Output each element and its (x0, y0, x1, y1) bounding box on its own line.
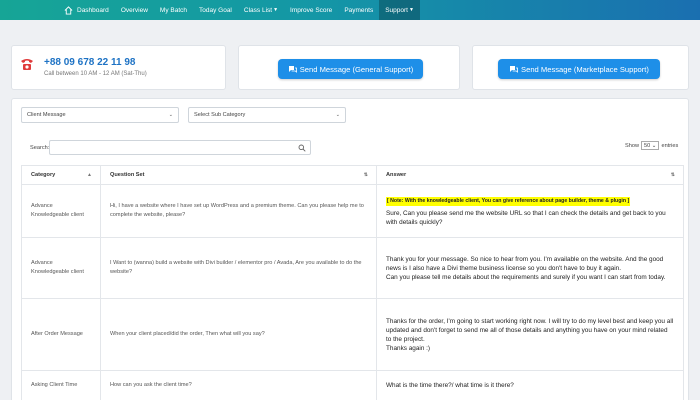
cell-question: How can you ask the client time? (100, 370, 377, 400)
phone-icon (21, 59, 33, 70)
answer-text: Thank you for your message. So nice to h… (386, 255, 666, 281)
nav-support[interactable]: Support ▼ (379, 0, 420, 20)
note-highlight: [ Note: With the knowledgeable client, Y… (386, 196, 631, 206)
nav-payments[interactable]: Payments (338, 0, 379, 20)
table-row: Advance Knowledgeable client I Want to (… (21, 237, 684, 299)
table-row: Advance Knowledgeable client Hi, I have … (21, 184, 684, 238)
nav-class-list[interactable]: Class List ▼ (238, 0, 284, 20)
header-question-set[interactable]: Question Set ⇅ (100, 165, 377, 185)
entries-control: Show 50 ⌄ entries (625, 141, 678, 150)
table-row: After Order Message When your client pla… (21, 298, 684, 371)
sub-category-select[interactable]: Select Sub Category ⌄ (188, 107, 346, 123)
chevron-down-icon: ⌄ (168, 112, 173, 118)
message-table-panel: Client Message ⌄ Select Sub Category ⌄ S… (11, 98, 689, 400)
nav-support-label: Support (385, 6, 408, 14)
nav-my-batch[interactable]: My Batch (154, 0, 193, 20)
nav-payments-label: Payments (344, 6, 374, 14)
top-navbar: Dashboard Overview My Batch Today Goal C… (0, 0, 700, 20)
nav-today-goal-label: Today Goal (199, 6, 232, 14)
nav-dashboard[interactable]: Dashboard (58, 0, 115, 20)
chevron-down-icon: ▼ (273, 7, 279, 13)
phone-number: +88 09 678 22 11 98 (44, 57, 136, 68)
search-input[interactable] (49, 140, 311, 155)
nav-improve-score-label: Improve Score (290, 6, 333, 14)
general-support-card: Send Message (General Support) (238, 45, 460, 90)
nav-improve-score[interactable]: Improve Score (284, 0, 338, 20)
category-select[interactable]: Client Message ⌄ (21, 107, 179, 123)
nav-class-list-label: Class List (243, 6, 273, 14)
cell-category: Advance Knowledgeable client (21, 237, 101, 299)
call-hours: Call between 10 AM - 12 AM (Sat-Thu) (44, 71, 147, 77)
header-answer-label: Answer (386, 172, 407, 178)
nav-overview[interactable]: Overview (115, 0, 154, 20)
nav-today-goal[interactable]: Today Goal (193, 0, 238, 20)
cell-category: Asking Client Time (21, 370, 101, 400)
chat-icon (510, 66, 518, 73)
sort-icon: ⇅ (363, 172, 368, 178)
cell-category: Advance Knowledgeable client (21, 184, 101, 238)
cell-answer: [ Note: With the knowledgeable client, Y… (376, 184, 684, 238)
answer-text: What is the time there?/ what time is it… (386, 382, 514, 389)
show-label: Show (625, 142, 639, 149)
marketplace-support-label: Send Message (Marketplace Support) (521, 64, 649, 74)
header-answer[interactable]: Answer ⇅ (376, 165, 684, 185)
entries-value: 50 (644, 142, 651, 149)
table-header-row: Category ▲ Question Set ⇅ Answer ⇅ (21, 165, 684, 185)
nav-my-batch-label: My Batch (159, 6, 187, 14)
home-icon (64, 5, 73, 15)
entries-label: entries (661, 142, 679, 149)
table-row: Asking Client Time How can you ask the c… (21, 370, 684, 400)
chat-icon (288, 66, 297, 73)
cell-question: I Want to (wanna) build a website with D… (100, 237, 377, 299)
send-message-marketplace-support-button[interactable]: Send Message (Marketplace Support) (498, 59, 660, 79)
category-select-value: Client Message (27, 112, 66, 118)
answer-text: Thanks for the order, I'm going to start… (386, 317, 674, 352)
sort-asc-icon: ▲ (87, 172, 92, 178)
cell-answer: What is the time there?/ what time is it… (376, 370, 684, 400)
header-category-label: Category (31, 172, 56, 178)
chevron-down-icon: ▼ (409, 7, 414, 13)
entries-select[interactable]: 50 ⌄ (641, 141, 660, 150)
chevron-down-icon: ⌄ (335, 112, 340, 118)
search-label: Search: (30, 145, 50, 151)
contact-card: +88 09 678 22 11 98 Call between 10 AM -… (11, 45, 226, 90)
cell-answer: Thank you for your message. So nice to h… (376, 237, 684, 299)
general-support-label: Send Message (General Support) (299, 64, 414, 74)
send-message-general-support-button[interactable]: Send Message (General Support) (278, 59, 423, 79)
cell-category: After Order Message (21, 298, 101, 371)
nav-overview-label: Overview (120, 6, 148, 14)
search-icon (298, 144, 306, 152)
cell-answer: Thanks for the order, I'm going to start… (376, 298, 684, 371)
nav-dashboard-label: Dashboard (77, 6, 109, 14)
cell-question: Hi, I have a website where I have set up… (100, 184, 377, 238)
qa-table: Category ▲ Question Set ⇅ Answer ⇅ Advance … (21, 165, 684, 400)
cell-question: When your client placed/did the order, T… (100, 298, 377, 371)
header-category[interactable]: Category ▲ (21, 165, 101, 185)
answer-text: Sure, Can you please send me the website… (386, 209, 666, 226)
sort-icon: ⇅ (670, 172, 675, 178)
header-question-label: Question Set (110, 172, 145, 178)
marketplace-support-card: Send Message (Marketplace Support) (472, 45, 689, 90)
sub-category-select-value: Select Sub Category (194, 112, 246, 118)
